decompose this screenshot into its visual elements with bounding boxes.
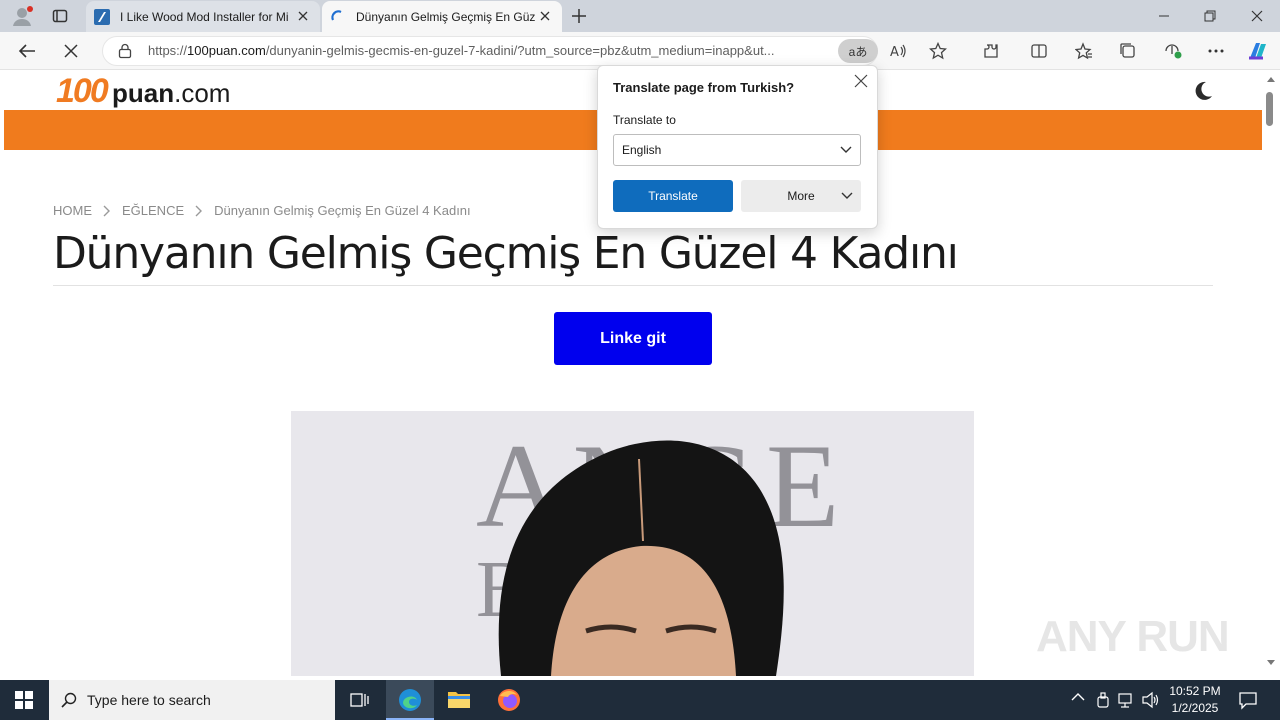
page-scrollbar[interactable] [1262, 70, 1280, 676]
search-icon [61, 692, 77, 708]
tab-actions-icon[interactable] [52, 8, 68, 24]
close-tab-icon[interactable] [296, 9, 310, 23]
translate-button[interactable]: Translate [613, 180, 733, 212]
volume-icon[interactable] [1142, 691, 1160, 709]
close-icon[interactable] [854, 74, 868, 88]
favorite-star-icon[interactable] [929, 42, 947, 60]
dark-mode-moon-icon[interactable] [1192, 80, 1214, 102]
close-window-icon[interactable] [1250, 9, 1264, 23]
chevron-down-icon [841, 192, 853, 199]
chevron-right-icon [195, 205, 203, 216]
network-icon[interactable] [1118, 691, 1136, 709]
chevron-right-icon [103, 205, 110, 216]
breadcrumb-category[interactable]: EĞLENCE [122, 203, 184, 218]
language-select[interactable]: English [613, 134, 861, 166]
site-logo[interactable]: puan.com [112, 78, 230, 109]
anyrun-watermark: ANY RUN [1036, 612, 1230, 661]
show-hidden-icons-chevron-icon[interactable] [1071, 692, 1085, 702]
translate-icon[interactable]: aあ [838, 39, 878, 63]
stop-loading-icon[interactable] [63, 43, 79, 59]
taskbar-edge-app[interactable] [386, 680, 434, 720]
site-favicon-icon [94, 8, 110, 25]
article-title: Dünyanın Gelmiş Geçmiş En Güzel 4 Kadını [53, 228, 959, 279]
title-divider [53, 285, 1213, 286]
split-screen-icon[interactable] [1030, 42, 1048, 60]
svg-text:A: A [890, 45, 899, 60]
task-view-icon[interactable] [350, 690, 370, 710]
selected-language: English [622, 143, 662, 157]
taskbar-search-box[interactable]: Type here to search [49, 680, 335, 720]
extensions-icon[interactable] [982, 42, 1000, 60]
tab-100puan[interactable]: Dünyanın Gelmiş Geçmiş En Güz [322, 1, 562, 32]
collections-icon[interactable] [1119, 42, 1137, 60]
lock-icon[interactable] [118, 43, 132, 59]
translate-popup: Translate page from Turkish? Translate t… [597, 65, 878, 229]
clock-date: 1/2/2025 [1171, 701, 1219, 715]
translate-to-label: Translate to [613, 113, 676, 127]
site-logo-number[interactable]: 100 [56, 72, 109, 111]
clock-time: 10:52 PM [1169, 684, 1221, 698]
new-tab-icon[interactable] [571, 8, 587, 24]
breadcrumb: HOME EĞLENCE Dünyanın Gelmiş Geçmiş En G… [53, 203, 471, 218]
settings-more-icon[interactable] [1207, 42, 1225, 60]
url-text[interactable]: https://100puan.com/dunyanin-gelmis-gecm… [148, 43, 838, 58]
copilot-icon[interactable] [1246, 40, 1270, 62]
profile-icon[interactable] [10, 5, 34, 27]
firefox-icon[interactable] [497, 688, 521, 712]
breadcrumb-home[interactable]: HOME [53, 203, 92, 218]
notifications-icon[interactable] [1238, 690, 1258, 710]
translate-popup-title: Translate page from Turkish? [613, 80, 795, 95]
article-photo: ANGE B SELL [291, 411, 974, 676]
search-placeholder: Type here to search [87, 692, 211, 708]
tab-ilikewood[interactable]: I Like Wood Mod Installer for Mi [86, 1, 320, 32]
file-explorer-icon[interactable] [447, 688, 471, 710]
scrollbar-thumb[interactable] [1266, 92, 1273, 126]
read-aloud-icon[interactable]: A [889, 42, 907, 60]
tab-title: Dünyanın Gelmiş Geçmiş En Güz [356, 9, 536, 24]
edge-icon [399, 689, 421, 711]
taskbar-clock[interactable]: 10:52 PM 1/2/2025 [1162, 683, 1228, 717]
network-security-icon[interactable] [1096, 691, 1110, 709]
tab-strip: I Like Wood Mod Installer for Mi Dünyanı… [0, 0, 1280, 32]
favorites-icon[interactable] [1075, 42, 1093, 60]
breadcrumb-current: Dünyanın Gelmiş Geçmiş En Güzel 4 Kadını [214, 203, 471, 218]
chevron-down-icon [840, 146, 852, 153]
minimize-icon[interactable] [1157, 9, 1171, 23]
restore-icon[interactable] [1203, 9, 1217, 23]
back-icon[interactable] [18, 43, 36, 59]
go-to-link-button[interactable]: Linke git [554, 312, 712, 365]
windows-start-icon[interactable] [15, 691, 33, 709]
loading-spinner-icon [331, 9, 342, 20]
more-button[interactable]: More [741, 180, 861, 212]
tab-title: I Like Wood Mod Installer for Mi [120, 9, 289, 24]
browser-essentials-icon[interactable] [1163, 42, 1183, 60]
close-tab-icon[interactable] [538, 9, 552, 23]
